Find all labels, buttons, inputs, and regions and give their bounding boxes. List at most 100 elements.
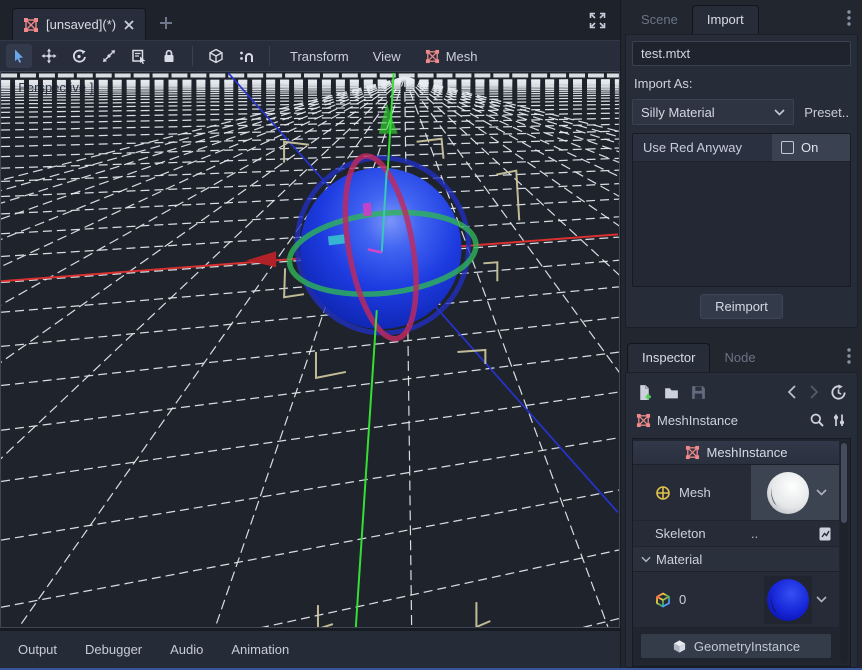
scale-icon xyxy=(101,48,117,64)
preset-button[interactable]: Preset.. xyxy=(802,101,851,124)
tab-import[interactable]: Import xyxy=(692,5,759,34)
cube-icon xyxy=(208,48,224,64)
plus-icon xyxy=(158,15,174,31)
material-slot-label: 0 xyxy=(633,572,751,627)
edited-object-row: MeshInstance xyxy=(632,406,851,434)
move-tool-button[interactable] xyxy=(36,44,62,68)
local-space-button[interactable] xyxy=(203,44,229,68)
plane-handle-magenta[interactable] xyxy=(363,203,372,217)
chevron-down-icon xyxy=(816,489,827,496)
import-as-label: Import As: xyxy=(632,66,851,99)
mesh-menu-icon xyxy=(425,49,440,64)
view-menu[interactable]: View xyxy=(363,46,411,67)
category-title: MeshInstance xyxy=(707,445,788,460)
bottom-tab-debugger[interactable]: Debugger xyxy=(75,638,152,661)
scene-tab-unsaved[interactable]: [unsaved](*) xyxy=(12,8,146,40)
view-menu-label: View xyxy=(373,49,401,64)
tab-inspector[interactable]: Inspector xyxy=(627,343,710,372)
section-header-material[interactable]: Material xyxy=(633,547,839,572)
material-resource-icon xyxy=(655,592,671,608)
rotate-tool-button[interactable] xyxy=(66,44,92,68)
bottom-tab-animation[interactable]: Animation xyxy=(221,638,299,661)
property-row-skeleton: Skeleton .. xyxy=(633,521,839,547)
bottom-tab-output[interactable]: Output xyxy=(8,638,67,661)
use-red-anyway-checkbox[interactable] xyxy=(781,141,794,154)
inspector-menu-icon[interactable] xyxy=(846,347,852,368)
node-path-assign-icon[interactable] xyxy=(817,526,833,542)
use-red-anyway-toggle[interactable]: On xyxy=(772,134,850,161)
perspective-label[interactable]: [ Perspective ] xyxy=(11,80,93,95)
move-icon xyxy=(41,48,57,64)
edited-object-name: MeshInstance xyxy=(657,413,803,428)
category-header-geometryinstance[interactable]: GeometryInstance xyxy=(641,634,831,658)
scrollbar-thumb[interactable] xyxy=(841,443,847,523)
search-icon[interactable] xyxy=(809,412,825,428)
load-resource-folder-icon[interactable] xyxy=(663,384,680,401)
chevron-down-icon xyxy=(774,109,785,116)
lock-tool-button[interactable] xyxy=(156,44,182,68)
close-icon[interactable] xyxy=(123,19,135,31)
mesh-resource-icon xyxy=(655,485,671,501)
dock-menu-icon[interactable] xyxy=(846,9,852,30)
ground-grid xyxy=(1,75,619,627)
meshinstance-icon xyxy=(23,17,39,33)
inspector-dock: Inspector Node xyxy=(625,338,858,668)
inspector-node-tabs: Inspector Node xyxy=(625,338,858,372)
material-slot-index: 0 xyxy=(679,592,686,607)
meshinstance-icon xyxy=(685,445,700,460)
tab-scene[interactable]: Scene xyxy=(627,6,692,34)
import-file-name: test.mtxt xyxy=(632,41,851,66)
snap-toggle-button[interactable] xyxy=(233,44,259,68)
transform-menu[interactable]: Transform xyxy=(280,46,359,67)
option-label: Use Red Anyway xyxy=(633,134,772,161)
expand-viewport-icon[interactable] xyxy=(589,12,606,32)
list-select-tool-button[interactable] xyxy=(126,44,152,68)
scale-tool-button[interactable] xyxy=(96,44,122,68)
property-row-mesh: Mesh xyxy=(633,465,839,521)
scene-tab-bar: [unsaved](*) xyxy=(0,0,620,40)
mesh-menu-label: Mesh xyxy=(446,49,478,64)
material-resource-picker[interactable] xyxy=(751,572,839,627)
3d-viewport[interactable]: [ Perspective ] xyxy=(0,71,620,628)
mesh-resource-picker[interactable] xyxy=(751,465,839,520)
import-panel: test.mtxt Import As: Silly Material Pres… xyxy=(625,34,858,328)
importer-dropdown[interactable]: Silly Material xyxy=(632,99,794,125)
property-row-material-0: 0 xyxy=(633,572,839,628)
reimport-button[interactable]: Reimport xyxy=(700,294,783,319)
save-resource-icon[interactable] xyxy=(690,384,707,401)
toolbar-separator xyxy=(269,46,270,66)
bottom-panel-bar: Output Debugger Audio Animation xyxy=(0,628,620,668)
x-axis-arrow xyxy=(246,251,276,267)
skeleton-label-text: Skeleton xyxy=(655,526,706,541)
inspector-toolbar xyxy=(632,378,851,406)
meshinstance-icon xyxy=(636,413,651,428)
history-forward-icon[interactable] xyxy=(808,384,820,400)
mesh-menu[interactable]: Mesh xyxy=(415,46,488,67)
history-back-icon[interactable] xyxy=(786,384,798,400)
cursor-icon xyxy=(11,48,27,64)
material-section-title: Material xyxy=(656,552,702,567)
y-axis-lower-line xyxy=(356,310,377,627)
skeleton-path-value: .. xyxy=(751,526,817,541)
object-history-icon[interactable] xyxy=(830,384,847,401)
category-header-meshinstance: MeshInstance xyxy=(633,441,839,465)
new-tab-button[interactable] xyxy=(158,15,174,34)
main-editor-column: [unsaved](*) xyxy=(0,0,620,668)
tab-node[interactable]: Node xyxy=(710,344,769,372)
blue-sphere-mesh[interactable] xyxy=(300,168,461,329)
list-select-icon xyxy=(131,48,147,64)
bottom-tab-audio[interactable]: Audio xyxy=(160,638,213,661)
3d-scene xyxy=(1,72,619,627)
section-collapse-icon xyxy=(641,556,651,563)
skeleton-value[interactable]: .. xyxy=(751,521,839,546)
option-value-label: On xyxy=(801,140,818,155)
mesh-preview-thumbnail xyxy=(764,469,812,517)
select-tool-button[interactable] xyxy=(6,44,32,68)
option-row-use-red-anyway: Use Red Anyway On xyxy=(633,134,850,162)
lock-icon xyxy=(161,48,177,64)
inspector-scrollbar[interactable] xyxy=(840,441,848,664)
inspector-tools-icon[interactable] xyxy=(831,412,847,428)
godot-editor-window: [unsaved](*) xyxy=(0,0,862,668)
new-resource-icon[interactable] xyxy=(636,384,653,401)
inspector-properties: MeshInstance Mesh xyxy=(632,438,851,667)
